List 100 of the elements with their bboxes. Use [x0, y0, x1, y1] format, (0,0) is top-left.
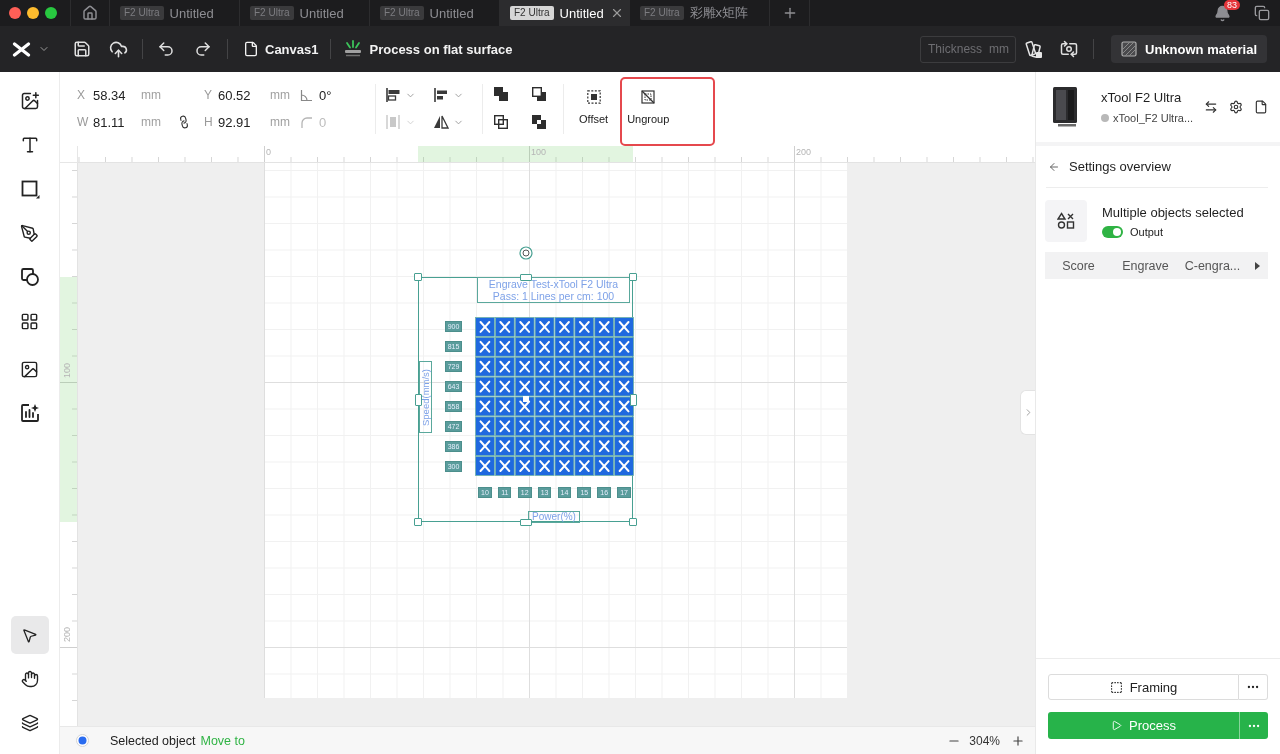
device-name: xTool F2 Ultra [1101, 90, 1183, 105]
angle-icon [300, 88, 313, 102]
redo-icon[interactable] [194, 40, 212, 58]
subtract-icon[interactable] [531, 86, 547, 102]
hatched-swatch-icon [1121, 41, 1138, 57]
canvas-name-button[interactable]: Canvas1 [243, 35, 319, 63]
corner-radius-icon [300, 115, 313, 129]
notification-count-badge: 83 [1224, 0, 1240, 10]
tool-button[interactable] [10, 616, 49, 654]
layers-icon [20, 714, 39, 732]
document-tab[interactable]: F2 Ultra Untitled [500, 0, 630, 26]
status-dot-icon [76, 734, 89, 747]
exclude-icon[interactable] [531, 114, 547, 130]
union-icon[interactable] [493, 86, 509, 102]
swatch-cards-icon[interactable] [1024, 39, 1044, 59]
resize-handle[interactable] [414, 393, 422, 406]
status-message: Selected object [110, 733, 196, 748]
unit-label: mm [270, 88, 291, 102]
value-field[interactable]: 58.34 [93, 87, 141, 103]
tool-button[interactable]: Offset [572, 77, 616, 146]
cloud-upload-icon[interactable] [108, 39, 128, 59]
close-window-button[interactable] [9, 7, 21, 19]
home-icon [82, 5, 98, 21]
resize-handle[interactable] [519, 273, 532, 281]
resize-handle[interactable] [414, 518, 422, 526]
distribute-icon [385, 114, 401, 130]
grid-icon [20, 311, 39, 331]
field-label: X [77, 88, 86, 102]
align-icon [433, 87, 449, 103]
dashed-square-icon [1109, 680, 1123, 694]
value-field[interactable]: 60.52 [218, 87, 270, 103]
material-button[interactable]: Unknown material [1111, 35, 1267, 63]
machine-icon [1050, 86, 1080, 128]
copy-icon[interactable] [1254, 5, 1270, 21]
device-connection-text[interactable]: xTool_F2 Ultra... [1113, 112, 1194, 124]
zoom-window-button[interactable] [45, 7, 57, 19]
align-icon [385, 87, 401, 103]
minimize-window-button[interactable] [27, 7, 39, 19]
speed-axis-label: Speed(mm/s) [419, 361, 432, 433]
undo-icon[interactable] [157, 40, 175, 58]
x-logo-icon [12, 41, 31, 57]
device-tag: F2 Ultra [120, 6, 164, 20]
field-label: H [204, 115, 214, 129]
device-tag: F2 Ultra [250, 6, 294, 20]
resize-handle[interactable] [629, 393, 637, 406]
pen-icon [20, 223, 39, 243]
resize-handle[interactable] [414, 273, 422, 281]
field-label: Y [204, 88, 213, 102]
settings-icon[interactable] [1229, 100, 1243, 114]
field-label: W [77, 115, 90, 129]
intersect-icon[interactable] [493, 114, 509, 130]
unit-label: mm [141, 88, 162, 102]
toggle-label: Output [1130, 225, 1164, 238]
unit-label: mm [141, 115, 162, 129]
device-tag: F2 Ultra [380, 6, 424, 20]
value-field[interactable]: 81.11 [93, 114, 141, 130]
rotate-handle[interactable] [519, 246, 533, 260]
overlapping-shapes-icon [19, 267, 40, 287]
selection-title: Multiple objects selected [1102, 204, 1244, 220]
save-icon[interactable] [73, 40, 91, 58]
device-tag: F2 Ultra [510, 6, 554, 20]
process-type-label: Score [1061, 258, 1096, 273]
process-type-label: Engrave [1121, 258, 1170, 273]
ruler-label: 200 [62, 627, 72, 643]
framing-button[interactable]: Framing [1048, 674, 1239, 700]
ungroup-icon [641, 90, 656, 104]
device-tag: F2 Ultra [640, 6, 684, 20]
resize-handle[interactable] [629, 273, 637, 281]
file-icon[interactable] [1254, 100, 1268, 114]
camera-icon[interactable] [1060, 40, 1079, 58]
shapes-icon [1057, 212, 1075, 230]
ruler-label: 0 [266, 147, 271, 157]
process-mode-button[interactable]: Process on flat surface [343, 35, 513, 63]
picture-icon [20, 359, 39, 379]
unit-label: mm [989, 42, 1010, 56]
unit-label: mm [270, 115, 291, 129]
pointer-icon [21, 626, 38, 644]
ruler-label: 100 [531, 147, 547, 157]
flip-icon [433, 114, 449, 130]
file-icon [243, 41, 259, 57]
output-toggle[interactable] [1102, 225, 1123, 238]
ruler-label: 200 [796, 147, 812, 157]
center-point-icon [523, 396, 529, 402]
test-title-text: Pass: 1 Lines per cm: 100 [492, 290, 615, 302]
caret-right-icon[interactable] [1255, 261, 1260, 270]
value-field[interactable]: 92.91 [218, 114, 270, 130]
power-axis-label: Power(%) [528, 511, 580, 523]
ruler-label: 100 [62, 363, 72, 379]
image-add-icon [19, 91, 40, 111]
play-icon [1111, 720, 1122, 731]
process-type-label: C-engra... [1183, 258, 1242, 273]
rotation-field[interactable]: 0° [319, 87, 359, 103]
zoom-in-icon[interactable] [1011, 733, 1025, 748]
sparkle-frame-icon [19, 403, 40, 423]
tool-button[interactable]: Ungroup [620, 77, 716, 146]
back-icon[interactable] [1048, 160, 1060, 173]
swap-icon[interactable] [1204, 100, 1218, 114]
resize-handle[interactable] [519, 518, 532, 526]
laser-beam-icon [343, 40, 364, 58]
resize-handle[interactable] [629, 518, 637, 526]
